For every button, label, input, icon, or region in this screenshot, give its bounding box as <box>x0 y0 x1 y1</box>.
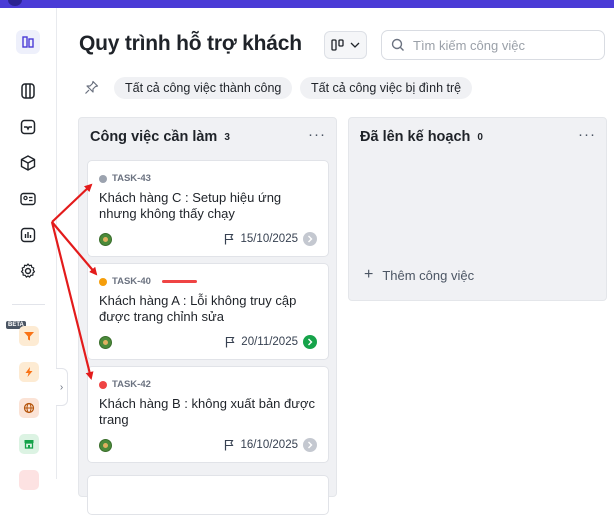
due-date: 16/10/2025 <box>240 439 298 451</box>
search-input[interactable] <box>413 37 593 53</box>
avatar[interactable] <box>99 438 112 452</box>
column-title: Công việc cần làm <box>90 129 218 145</box>
sidebar: BETA <box>0 8 57 490</box>
cube-icon[interactable] <box>16 151 40 175</box>
task-card[interactable]: TASK-43 Khách hàng C : Setup hiệu ứng nh… <box>87 160 329 257</box>
task-title: Khách hàng B : không xuất bản được trang <box>99 396 315 427</box>
chevron-right-icon[interactable] <box>303 335 317 349</box>
task-card[interactable]: TASK-40 Khách hàng A : Lỗi không truy cậ… <box>87 263 329 360</box>
sidebar-collapse-toggle[interactable]: › <box>56 368 68 406</box>
task-id: TASK-42 <box>112 379 151 390</box>
task-card-partial[interactable] <box>87 475 329 515</box>
chart-icon[interactable] <box>16 223 40 247</box>
column-planned: Đã lên kế hoạch 0 ··· + Thêm công việc <box>348 117 607 301</box>
search-box[interactable] <box>381 30 605 60</box>
avatar[interactable] <box>99 335 112 349</box>
board-view-icon <box>331 39 344 51</box>
pin-icon[interactable] <box>84 80 99 100</box>
top-accent-bar <box>0 0 614 8</box>
task-id: TASK-43 <box>112 173 151 184</box>
flag-icon <box>225 439 234 451</box>
store-app-icon[interactable] <box>19 434 39 454</box>
column-count: 0 <box>477 131 483 143</box>
sidebar-divider <box>12 304 45 305</box>
app-logo <box>8 0 22 6</box>
contact-card-icon[interactable] <box>16 187 40 211</box>
workspace-icon[interactable] <box>16 30 40 54</box>
status-dot <box>99 174 107 183</box>
add-task-button[interactable]: + Thêm công việc <box>364 267 474 283</box>
gear-icon[interactable] <box>16 259 40 283</box>
task-id: TASK-40 <box>112 276 151 287</box>
plus-icon: + <box>364 266 374 283</box>
more-options-icon[interactable]: ··· <box>308 126 326 143</box>
task-card[interactable]: TASK-42 Khách hàng B : không xuất bản đư… <box>87 366 329 463</box>
filter-chip-stalled[interactable]: Tất cả công việc bị đình trệ <box>300 77 473 99</box>
chevron-right-icon[interactable] <box>303 232 317 246</box>
task-title: Khách hàng A : Lỗi không truy cập được t… <box>99 293 297 324</box>
task-title: Khách hàng C : Setup hiệu ứng nhưng khôn… <box>99 190 282 221</box>
add-task-label: Thêm công việc <box>382 267 475 283</box>
view-switcher[interactable] <box>324 31 367 59</box>
status-dot <box>99 380 107 389</box>
flag-icon <box>225 233 234 245</box>
boards-icon[interactable] <box>16 79 40 103</box>
column-count: 3 <box>224 131 230 143</box>
app-tile-partial[interactable] <box>19 470 39 490</box>
search-icon <box>391 38 404 51</box>
filter-chip-successful[interactable]: Tất cả công việc thành công <box>114 77 293 99</box>
annotation-highlight <box>161 280 197 283</box>
lightning-app-icon[interactable] <box>19 362 39 382</box>
funnel-app-icon[interactable] <box>19 326 39 346</box>
status-dot <box>99 277 107 286</box>
chevron-right-icon[interactable] <box>303 438 317 452</box>
flag-icon <box>226 336 235 348</box>
due-date: 15/10/2025 <box>240 233 298 245</box>
chevron-down-icon <box>350 42 360 48</box>
more-options-icon[interactable]: ··· <box>578 126 596 143</box>
avatar[interactable] <box>99 232 112 246</box>
due-date: 20/11/2025 <box>241 336 298 348</box>
globe-app-icon[interactable] <box>19 398 39 418</box>
column-todo: Công việc cần làm 3 ··· TASK-43 Khách hà… <box>78 117 337 515</box>
column-title: Đã lên kế hoạch <box>360 129 471 145</box>
page-title: Quy trình hỗ trợ khách <box>79 32 302 55</box>
inbox-icon[interactable] <box>16 115 40 139</box>
